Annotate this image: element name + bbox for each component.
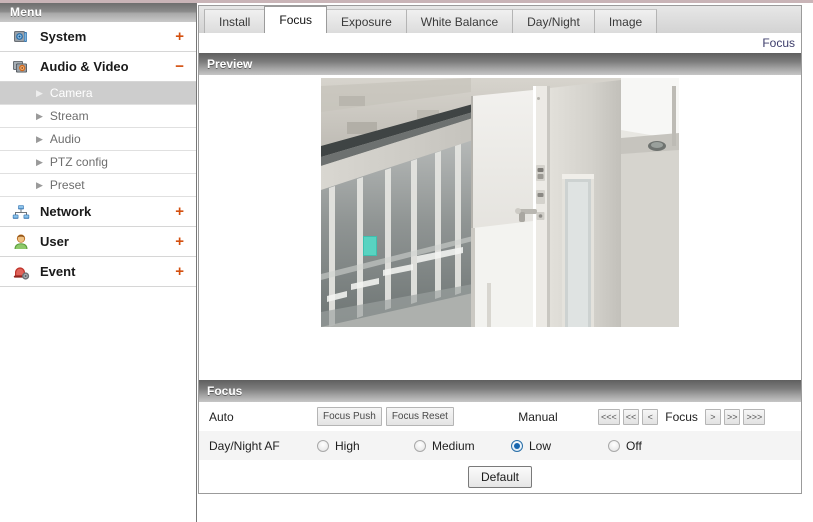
day-night-af-option-medium[interactable]: Medium [414, 439, 511, 453]
preview-section-header: Preview [198, 53, 802, 75]
tab-image[interactable]: Image [593, 9, 658, 33]
sidebar-subitem-label: Camera [49, 86, 93, 100]
expand-toggle-icon[interactable]: + [175, 204, 196, 219]
main-content: Install Focus Exposure White Balance Day… [197, 3, 813, 522]
sidebar-item-network[interactable]: Network + [0, 197, 196, 227]
focus-near-medium-button[interactable]: >> [723, 408, 741, 425]
sidebar: Menu System + Audio & Video − ▶ Camera ▶… [0, 3, 197, 522]
manual-focus-label: Focus [665, 409, 698, 424]
collapse-toggle-icon[interactable]: − [175, 59, 196, 74]
sidebar-item-user[interactable]: User + [0, 227, 196, 257]
sidebar-item-label: Network [40, 204, 92, 219]
sidebar-subitem-audio[interactable]: ▶ Audio [0, 128, 196, 151]
breadcrumb: Focus [198, 33, 802, 53]
default-button[interactable]: Default [467, 465, 533, 488]
auto-label: Auto [209, 409, 234, 424]
auto-focus-row: Auto Focus Push Focus Reset Manual <<< <… [199, 402, 801, 431]
network-nodes-icon [10, 201, 32, 223]
day-night-af-option-off[interactable]: Off [608, 439, 705, 453]
day-night-af-option-high[interactable]: High [317, 439, 414, 453]
preview-area [198, 75, 802, 380]
sidebar-subitem-camera[interactable]: ▶ Camera [0, 82, 196, 105]
focus-far-fast-button[interactable]: <<< [597, 408, 620, 425]
expand-toggle-icon[interactable]: + [175, 29, 196, 44]
tab-install[interactable]: Install [204, 9, 266, 33]
chevron-right-icon: ▶ [36, 156, 43, 167]
chevron-right-icon: ▶ [36, 133, 43, 144]
focus-far-slow-button[interactable]: < [642, 408, 659, 425]
day-night-af-label: Day/Night AF [209, 438, 280, 453]
radio-label: Off [626, 438, 642, 453]
settings-panel: Install Focus Exposure White Balance Day… [198, 5, 802, 517]
sidebar-item-audio-video[interactable]: Audio & Video − [0, 52, 196, 82]
focus-push-button[interactable]: Focus Push [317, 407, 382, 426]
tab-bar: Install Focus Exposure White Balance Day… [198, 5, 802, 33]
sidebar-item-event[interactable]: Event + [0, 257, 196, 287]
chevron-right-icon: ▶ [36, 179, 43, 190]
system-camera-gear-icon [10, 26, 32, 48]
radio-icon [414, 439, 426, 452]
focus-far-medium-button[interactable]: << [622, 408, 640, 425]
day-night-af-row: Day/Night AF High Medium Low Off [199, 431, 801, 460]
tab-white-balance[interactable]: White Balance [405, 9, 514, 33]
sidebar-item-label: Audio & Video [40, 59, 129, 74]
sidebar-item-system[interactable]: System + [0, 22, 196, 52]
manual-label: Manual [518, 409, 558, 424]
tab-focus[interactable]: Focus [264, 6, 328, 33]
default-button-row: Default [199, 460, 801, 493]
radio-label: Low [529, 438, 552, 453]
manual-focus-controls: <<< << < Focus > >> >>> [597, 408, 766, 425]
sidebar-subitem-label: Stream [49, 109, 89, 123]
sidebar-header: Menu [0, 3, 196, 22]
day-night-af-option-low[interactable]: Low [511, 439, 608, 453]
camera-preview-image [321, 78, 679, 327]
sidebar-subitem-label: PTZ config [49, 155, 108, 169]
sidebar-subitem-ptz-config[interactable]: ▶ PTZ config [0, 151, 196, 174]
radio-icon [317, 439, 329, 452]
expand-toggle-icon[interactable]: + [175, 234, 196, 249]
focus-section-header: Focus [198, 380, 802, 402]
user-person-icon [10, 231, 32, 253]
sidebar-subitem-stream[interactable]: ▶ Stream [0, 105, 196, 128]
audio-video-camera-icon [10, 56, 32, 78]
tab-exposure[interactable]: Exposure [326, 9, 407, 33]
focus-reset-button[interactable]: Focus Reset [385, 407, 454, 426]
sidebar-item-label: System [40, 29, 87, 44]
sidebar-subitem-label: Audio [49, 132, 81, 146]
chevron-right-icon: ▶ [36, 87, 43, 98]
radio-label: High [335, 438, 360, 453]
sidebar-subitem-preset[interactable]: ▶ Preset [0, 174, 196, 197]
focus-controls: Auto Focus Push Focus Reset Manual <<< <… [198, 402, 802, 494]
event-alert-gear-icon [10, 261, 32, 283]
focus-near-fast-button[interactable]: >>> [743, 408, 766, 425]
radio-icon-selected [511, 439, 523, 452]
chevron-right-icon: ▶ [36, 110, 43, 121]
tab-day-night[interactable]: Day/Night [512, 9, 595, 33]
sidebar-subitem-label: Preset [49, 178, 85, 192]
sidebar-item-label: Event [40, 264, 76, 279]
focus-near-slow-button[interactable]: > [704, 408, 721, 425]
radio-label: Medium [432, 438, 475, 453]
radio-icon [608, 439, 620, 452]
expand-toggle-icon[interactable]: + [175, 264, 196, 279]
sidebar-item-label: User [40, 234, 69, 249]
